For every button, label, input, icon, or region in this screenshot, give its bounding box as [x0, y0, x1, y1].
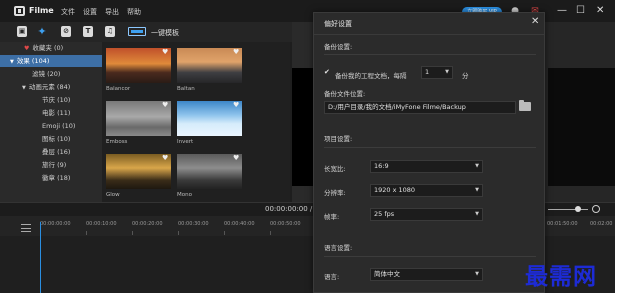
chevron-down-icon: ▼ — [445, 69, 449, 75]
preview-canvas-right — [548, 68, 615, 186]
resolution-select[interactable]: 1920 x 1080 ▼ — [370, 184, 483, 197]
sidebar-item-festival[interactable]: 节庆 (10) — [0, 94, 102, 106]
ruler-tick — [224, 231, 225, 235]
site-watermark: 最需网 — [525, 263, 597, 290]
sidebar-item-effects[interactable]: ▼ 效果 (104) — [0, 55, 102, 67]
effect-name: Invert — [177, 139, 194, 145]
effect-thumbnail-grid: ♥ Balancor ♥ Baltan ♥ Emboss ♥ Invert ♥ … — [102, 42, 290, 202]
resolution-label: 分辨率: — [324, 189, 346, 197]
chevron-down-icon: ▼ — [475, 187, 479, 193]
divider — [314, 34, 544, 35]
folder-icon[interactable] — [519, 100, 531, 111]
ruler-tick — [132, 231, 133, 235]
ruler-tick — [86, 231, 87, 235]
aspect-ratio-label: 长宽比: — [324, 165, 346, 173]
favorite-heart-icon[interactable]: ♥ — [233, 48, 239, 56]
favorite-heart-icon[interactable]: ♥ — [162, 154, 168, 162]
favorite-heart-icon[interactable]: ♥ — [162, 48, 168, 56]
zoom-fit-icon[interactable] — [592, 205, 600, 213]
effect-name: Mono — [177, 192, 192, 198]
zoom-slider-handle[interactable] — [575, 206, 581, 212]
favorite-heart-icon[interactable]: ♥ — [233, 101, 239, 109]
divider — [324, 147, 536, 148]
sidebar-item-badge[interactable]: 徽章 (18) — [0, 172, 102, 184]
backup-interval-unit: 分 — [462, 72, 469, 80]
sidebar-item-icons[interactable]: 图标 (10) — [0, 133, 102, 145]
transition-tab-icon[interactable]: ⊘ — [61, 26, 71, 37]
dialog-title: 偏好设置 — [324, 20, 352, 28]
effect-name: Balancor — [106, 86, 131, 92]
ruler-label: 00:01:50:00 — [547, 221, 578, 227]
backup-checkbox[interactable]: ✔ — [324, 69, 331, 76]
sidebar-item-overlay[interactable]: 叠层 (16) — [0, 146, 102, 158]
language-select[interactable]: 简体中文 ▼ — [370, 268, 483, 281]
chevron-down-icon: ▼ — [475, 271, 479, 277]
effect-name: Glow — [106, 192, 120, 198]
preview-canvas — [292, 68, 313, 186]
backup-check-label: 备份我的工程文档，每隔 — [335, 72, 407, 80]
favorite-heart-icon[interactable]: ♥ — [233, 154, 239, 162]
effects-category-sidebar: ♥ 收藏夹 (0) ▼ 效果 (104) 滤镜 (20) ▼ 动画元素 (84) 节庆… — [0, 42, 102, 202]
favorite-heart-icon[interactable]: ♥ — [162, 101, 168, 109]
aspect-ratio-select[interactable]: 16:9 ▼ — [370, 160, 483, 173]
close-icon[interactable]: ✕ — [531, 16, 539, 27]
sidebar-item-movie[interactable]: 电影 (11) — [0, 107, 102, 119]
menu-icon[interactable] — [21, 224, 31, 232]
filme-logo-icon — [14, 6, 25, 16]
minimize-button[interactable]: — — [557, 5, 567, 16]
template-icon[interactable] — [128, 27, 146, 36]
timeline-playhead[interactable] — [40, 222, 41, 293]
chevron-down-icon: ▼ — [475, 163, 479, 169]
language-label: 语言: — [324, 273, 340, 281]
preferences-dialog: 偏好设置 ✕ 备份设置: ✔ 备份我的工程文档，每隔 1 ▼ 分 备份文件位置: … — [313, 12, 545, 293]
maximize-button[interactable]: ☐ — [576, 5, 585, 16]
sidebar-item-emoji[interactable]: Emoji (10) — [0, 120, 102, 132]
ruler-label: 00:02:00 — [590, 221, 613, 227]
ruler-label: 00:00:20:00 — [132, 221, 163, 227]
close-window-button[interactable]: ✕ — [596, 5, 604, 16]
ruler-label: 00:00:30:00 — [178, 221, 209, 227]
backup-section-title: 备份设置: — [324, 43, 353, 51]
media-toolbar: ▣ ✦ ⊘ T ♫ — [0, 22, 292, 42]
timecode-display: 00:00:00:00 / — [265, 205, 313, 213]
ruler-label: 00:00:00:00 — [40, 221, 71, 227]
ruler-tick — [178, 231, 179, 235]
media-tab-icon[interactable]: ▣ — [17, 26, 27, 37]
filme-app-window: Filme 文件 设置 导出 帮助 立即购买 VIP ● ✉ — ☐ ✕ ▣ ✦… — [0, 0, 615, 293]
ruler-label: 00:00:40:00 — [224, 221, 255, 227]
heart-icon: ♥ — [24, 45, 30, 52]
sidebar-item-filters[interactable]: 滤镜 (20) — [0, 68, 102, 80]
framerate-label: 帧率: — [324, 213, 340, 221]
menu-settings[interactable]: 设置 — [83, 7, 97, 17]
menu-export[interactable]: 导出 — [105, 7, 119, 17]
music-tab-icon[interactable]: ♫ — [105, 26, 115, 37]
ruler-label: 00:00:50:00 — [270, 221, 301, 227]
sidebar-item-travel[interactable]: 旅行 (9) — [0, 159, 102, 171]
ruler-label: 00:00:10:00 — [86, 221, 117, 227]
sidebar-item-animation[interactable]: ▼ 动画元素 (84) — [0, 81, 102, 93]
project-section-title: 项目设置: — [324, 135, 353, 143]
chevron-down-icon: ▼ — [475, 211, 479, 217]
collapse-arrow-icon: ▼ — [22, 85, 26, 91]
framerate-select[interactable]: 25 fps ▼ — [370, 208, 483, 221]
backup-location-label: 备份文件位置: — [324, 90, 366, 98]
app-name: Filme — [29, 6, 54, 15]
zoom-slider[interactable] — [548, 209, 588, 210]
sidebar-item-favorites[interactable]: ♥ 收藏夹 (0) — [0, 42, 102, 54]
divider — [324, 256, 536, 257]
menu-help[interactable]: 帮助 — [127, 7, 141, 17]
collapse-arrow-icon: ▼ — [10, 59, 14, 65]
ruler-tick — [270, 231, 271, 235]
menu-file[interactable]: 文件 — [61, 7, 75, 17]
effects-tab-icon[interactable]: ✦ — [37, 26, 47, 37]
one-click-template-button[interactable]: 一键模板 — [151, 28, 179, 38]
backup-interval-select[interactable]: 1 ▼ — [421, 66, 453, 79]
effect-name: Emboss — [106, 139, 128, 145]
language-section-title: 语言设置: — [324, 244, 353, 252]
backup-path-field[interactable]: D:/用户目录/我的文档/iMyFone Filme/Backup — [324, 101, 516, 114]
divider — [324, 54, 536, 55]
text-tab-icon[interactable]: T — [83, 26, 93, 37]
effect-name: Baltan — [177, 86, 195, 92]
